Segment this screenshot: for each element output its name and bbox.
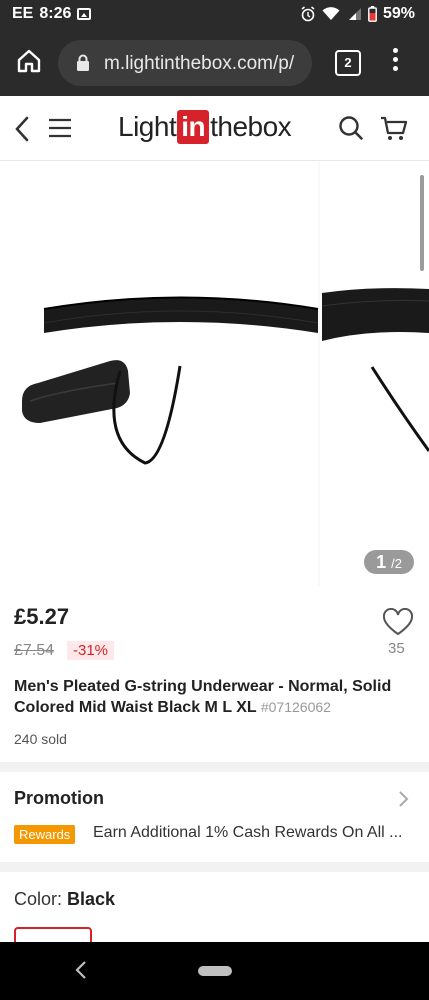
cart-icon[interactable] xyxy=(380,115,408,143)
like-count: 35 xyxy=(388,640,405,657)
tab-switcher-button[interactable]: 2 xyxy=(335,50,361,76)
menu-dot xyxy=(392,57,398,62)
lock-icon xyxy=(77,54,89,71)
promotion-heading[interactable]: Promotion xyxy=(14,788,104,809)
image-notification-icon xyxy=(77,8,92,20)
product-image-gallery[interactable] xyxy=(0,161,429,586)
back-arrow-icon[interactable] xyxy=(14,116,30,142)
signal-icon xyxy=(348,8,361,20)
discount-badge: -31% xyxy=(67,641,115,660)
current-image-index: 1 xyxy=(376,552,387,572)
clock: 8:26 xyxy=(39,5,72,22)
address-bar[interactable]: m.lightinthebox.com/p/ xyxy=(58,40,312,86)
product-sku: #07126062 xyxy=(260,699,331,715)
system-navigation-bar xyxy=(0,942,429,1000)
page-scrollbar[interactable] xyxy=(420,175,424,271)
logo-text-in: in xyxy=(177,110,210,144)
battery-icon xyxy=(368,6,377,22)
menu-dot xyxy=(392,48,398,53)
nav-back-icon[interactable] xyxy=(74,960,88,980)
hamburger-menu-icon[interactable] xyxy=(48,118,72,138)
color-selector-label: Color: Black xyxy=(14,889,115,910)
nav-home-pill[interactable] xyxy=(198,966,232,976)
wifi-icon xyxy=(322,7,340,20)
alarm-icon xyxy=(301,6,315,22)
home-icon xyxy=(17,49,41,73)
home-button[interactable] xyxy=(14,46,44,76)
section-divider xyxy=(0,862,429,872)
product-title: Men's Pleated G-string Underwear - Norma… xyxy=(14,677,414,718)
browser-toolbar: m.lightinthebox.com/p/ 2 xyxy=(0,30,429,96)
chevron-right-icon[interactable] xyxy=(398,790,410,808)
browser-menu-button[interactable] xyxy=(388,48,402,78)
color-label-text: Color: xyxy=(14,889,63,909)
site-header: Light in thebox xyxy=(0,96,429,161)
status-bar: EE 8:26 59% xyxy=(0,0,429,30)
image-counter-badge: 1 /2 xyxy=(364,550,414,574)
site-logo[interactable]: Light in thebox xyxy=(118,110,292,144)
battery-level: 59% xyxy=(382,5,415,22)
url-text: m.lightinthebox.com/p/ xyxy=(104,53,295,74)
rewards-promo-text[interactable]: Earn Additional 1% Cash Rewards On All .… xyxy=(93,824,413,842)
selected-color: Black xyxy=(67,889,116,909)
section-divider xyxy=(0,762,429,772)
logo-text-light: Light xyxy=(118,111,177,142)
logo-text-thebox: thebox xyxy=(210,111,292,142)
original-price: £7.54 xyxy=(14,642,55,659)
search-icon[interactable] xyxy=(338,115,364,141)
total-images: /2 xyxy=(391,556,402,571)
carrier-label: EE xyxy=(12,5,34,22)
heart-icon[interactable] xyxy=(382,608,414,636)
product-title-text: Men's Pleated G-string Underwear - Norma… xyxy=(14,678,392,716)
current-price: £5.27 xyxy=(14,604,70,629)
menu-dot xyxy=(392,66,398,71)
rewards-badge: Rewards xyxy=(14,825,76,844)
product-image xyxy=(22,161,429,586)
sold-count: 240 sold xyxy=(14,731,67,747)
